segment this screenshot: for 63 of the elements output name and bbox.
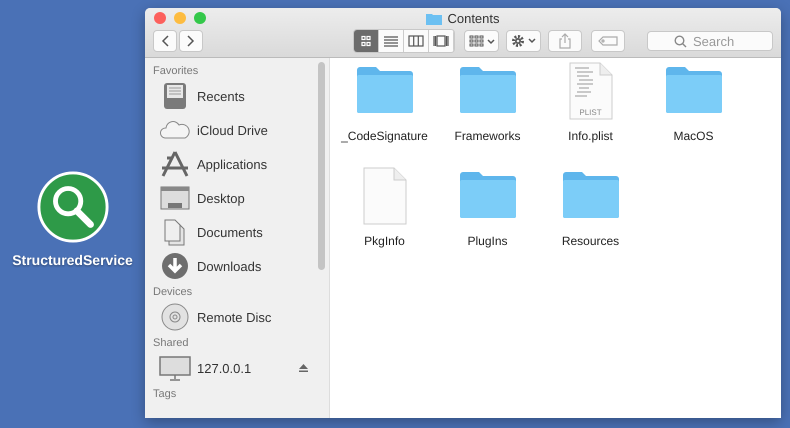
desktop-icon [159,184,191,212]
app-label: StructuredService [12,252,133,268]
columns-view-button[interactable] [404,30,429,52]
scrollbar[interactable] [318,62,325,270]
sidebar-item[interactable]: Downloads [153,249,318,283]
action-button[interactable] [506,30,541,52]
file-name: PkgInfo [364,234,405,248]
magnifier-app-icon[interactable] [36,170,110,244]
back-button[interactable] [153,30,177,52]
file-item[interactable]: MacOS [642,66,745,171]
gear-dropdown-icon [510,34,536,48]
gallery-view-icon [433,35,449,47]
list-view-button[interactable] [379,30,404,52]
sidebar-heading: Shared [153,336,190,351]
sidebar-item[interactable]: Recents [153,79,318,113]
file-name: Resources [562,234,620,248]
downloads-icon [159,252,191,280]
file-item[interactable]: PlugIns [436,171,539,276]
sidebar-item[interactable]: Remote Disc [153,300,318,334]
folder-icon [562,171,620,219]
plist-document-icon: PLIST [568,62,612,120]
sidebar-item[interactable]: Desktop [153,181,318,215]
window-title: Contents [447,11,500,26]
monitor-icon [159,354,191,382]
file-item[interactable]: _CodeSignature [333,66,436,171]
folder-icon [458,66,516,114]
eject-icon[interactable] [299,364,308,372]
grid-dropdown-icon [468,35,494,47]
tag-icon [598,36,618,46]
file-item[interactable]: PkgInfo [333,171,436,276]
file-name: Info.plist [568,129,613,143]
sidebar-item[interactable]: iCloud Drive [153,113,318,147]
list-view-icon [383,35,399,47]
folder-icon [426,12,442,25]
search-field[interactable]: Search [647,31,773,51]
file-name: _CodeSignature [341,129,428,143]
sidebar-item[interactable]: 127.0.0.1 [153,351,318,385]
file-name: MacOS [673,129,714,143]
disc-icon [159,303,191,331]
sidebar-item[interactable]: Documents [153,215,318,249]
file-item[interactable]: Resources [539,171,642,276]
folder-icon [458,171,516,219]
icons-view-button[interactable] [354,30,379,52]
gallery-view-button[interactable] [429,30,454,52]
file-item[interactable]: Frameworks [436,66,539,171]
file-name: Frameworks [454,129,520,143]
document-icon [362,167,406,225]
chevron-left-icon [161,35,169,47]
chevron-right-icon [187,35,195,47]
apps-icon [159,150,191,178]
close-button[interactable] [154,12,166,24]
arrange-button[interactable] [464,30,499,52]
sidebar-heading: Devices [153,285,194,300]
share-icon [558,33,572,49]
view-mode-control[interactable] [353,29,455,53]
sidebar-item[interactable]: Applications [153,147,318,181]
sidebar-heading: Favorites [153,64,200,79]
folder-icon [664,66,722,114]
folder-icon [356,66,414,114]
file-name: PlugIns [467,234,508,248]
sidebar-heading: Tags [153,387,178,402]
forward-button[interactable] [179,30,203,52]
columns-view-icon [408,35,424,47]
